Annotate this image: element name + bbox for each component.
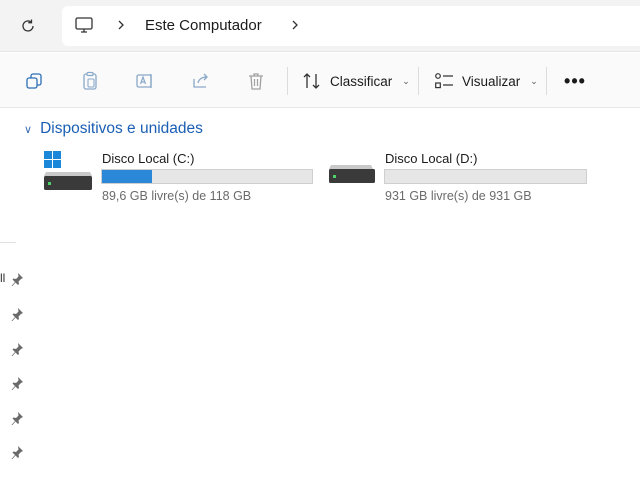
pin-icon[interactable] [10,272,24,286]
paste-icon [83,71,97,90]
section-title: Dispositivos e unidades [40,120,203,137]
sort-label: Classificar [330,73,393,89]
refresh-icon [22,19,34,32]
nav-divider [0,242,16,243]
rename-icon [136,74,152,88]
windows-drive-icon [44,151,92,190]
computer-icon [75,17,93,33]
drive-tile-c[interactable]: Disco Local (C:) 89,6 GB livre(s) de 118… [44,148,319,212]
command-bar: Classificar ⌄ Visualizar ⌄ ••• [0,53,640,108]
command-separator [287,67,288,95]
view-icon [435,73,453,89]
drive-usage-bar [101,169,313,184]
pin-icon[interactable] [10,445,24,459]
chevron-right-icon[interactable] [114,18,128,32]
share-button[interactable] [187,67,215,95]
drive-usage-bar [384,169,587,184]
pin-icon[interactable] [10,342,24,356]
drive-usage-fill [102,170,153,183]
drive-free-space: 89,6 GB livre(s) de 118 GB [102,189,252,203]
address-field[interactable]: Este Computador [62,6,640,46]
chevron-down-icon: ∨ [24,123,33,136]
copy-button[interactable] [20,67,48,95]
view-button[interactable]: Visualizar ⌄ [434,67,538,95]
drive-icon [329,165,375,183]
sort-icon [303,73,320,89]
pin-icon[interactable] [10,376,24,390]
delete-icon [249,73,263,90]
command-separator [546,67,547,95]
drive-name: Disco Local (C:) [102,151,195,166]
chevron-down-icon: ⌄ [402,75,410,86]
refresh-button[interactable] [14,12,42,40]
share-icon [193,73,208,88]
sort-button[interactable]: Classificar ⌄ [302,67,410,95]
pin-icon[interactable] [10,307,24,321]
nav-item-label[interactable]: ll [0,271,5,285]
more-options-button[interactable]: ••• [560,67,590,95]
view-label: Visualizar [462,73,521,89]
chevron-right-icon[interactable] [288,18,302,32]
paste-button[interactable] [76,67,104,95]
delete-button[interactable] [242,67,270,95]
copy-icon [26,73,42,89]
chevron-down-icon: ⌄ [530,75,538,86]
pin-icon[interactable] [10,411,24,425]
command-separator [418,67,419,95]
drive-free-space: 931 GB livre(s) de 931 GB [385,189,532,203]
breadcrumb-this-pc[interactable]: Este Computador [145,17,262,34]
rename-button[interactable] [131,67,159,95]
drive-name: Disco Local (D:) [385,151,478,166]
drive-tile-d[interactable]: Disco Local (D:) 931 GB livre(s) de 931 … [327,148,592,212]
address-bar-region: Este Computador [0,0,640,52]
devices-section-header[interactable]: ∨ Dispositivos e unidades [24,120,203,138]
